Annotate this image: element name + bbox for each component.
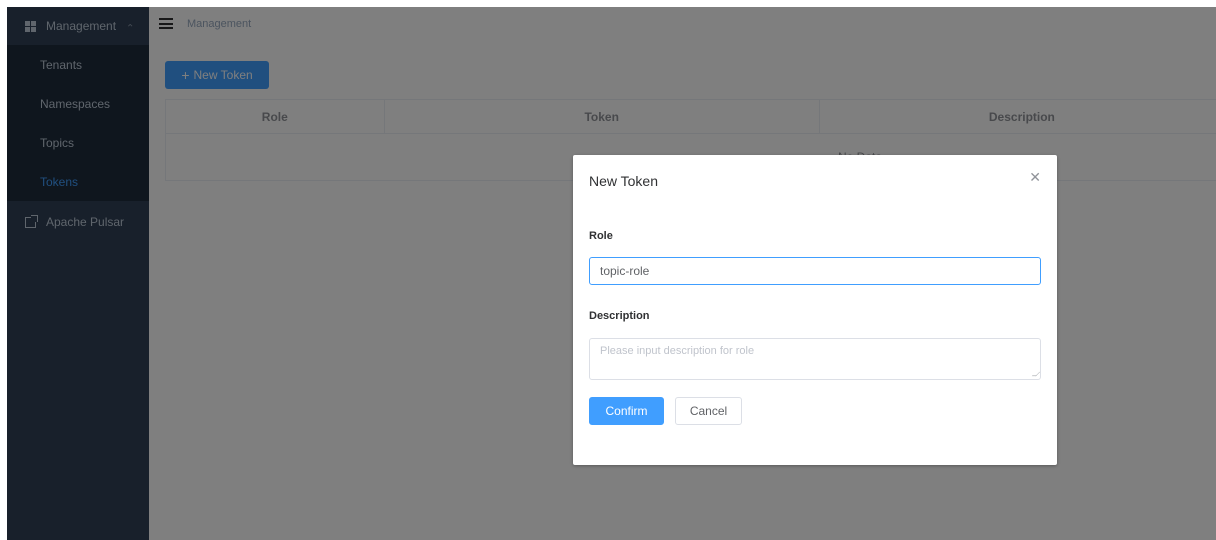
role-input[interactable] <box>589 257 1041 285</box>
close-icon[interactable]: ✕ <box>1029 169 1041 185</box>
cancel-button[interactable]: Cancel <box>675 397 742 425</box>
dialog-title: New Token <box>589 173 659 189</box>
confirm-button[interactable]: Confirm <box>589 397 664 425</box>
new-token-dialog: New Token ✕ Role Description Confirm Can… <box>573 155 1057 465</box>
description-textarea[interactable] <box>589 338 1041 380</box>
app-frame: Management ⌄ Tenants Namespaces Topics T… <box>7 7 1216 540</box>
role-label: Role <box>589 230 613 242</box>
description-label: Description <box>589 310 650 322</box>
